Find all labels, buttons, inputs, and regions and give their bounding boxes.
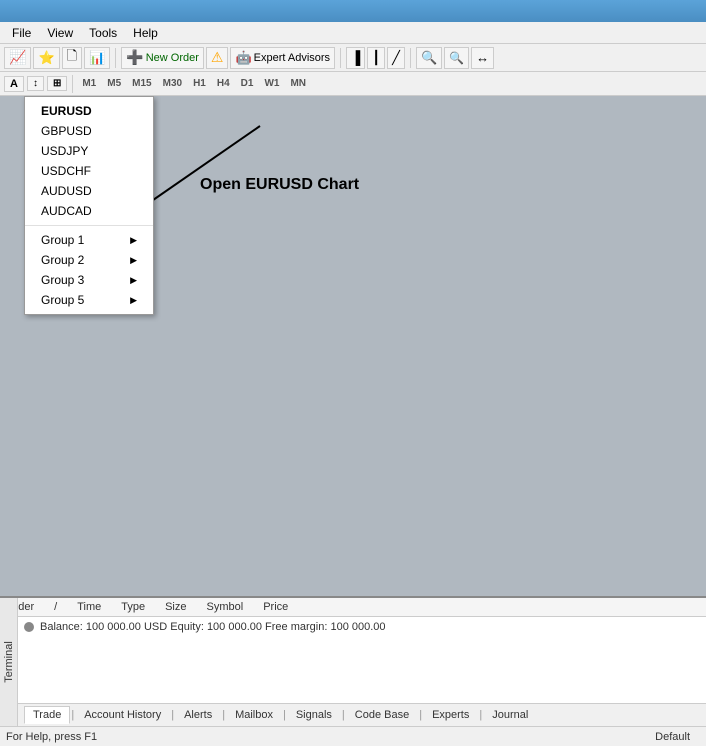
symbol-usdchf[interactable]: USDCHF: [25, 161, 153, 181]
toolbar-zoom-in[interactable]: 🔍: [416, 47, 442, 69]
new-chart-icon: 📈: [9, 49, 26, 66]
group3-item[interactable]: Group 3 ▶: [25, 270, 153, 290]
menu-file[interactable]: File: [4, 24, 39, 42]
toolbar-icon1[interactable]: 📈: [4, 47, 31, 69]
tab-codebase[interactable]: Code Base: [346, 706, 418, 724]
status-right: Default: [655, 731, 700, 743]
group2-label: Group 2: [41, 253, 84, 267]
group5-arrow: ▶: [130, 295, 137, 306]
toolbar-chart3[interactable]: ╱: [387, 47, 405, 69]
period-m1[interactable]: M1: [78, 77, 100, 90]
zoom-in-icon: 🔍: [421, 50, 437, 66]
period-m30[interactable]: M30: [159, 77, 186, 90]
period-sep: [72, 75, 73, 93]
warning-icon: ⚠: [211, 49, 224, 66]
symbol-dropdown: EURUSD GBPUSD USDJPY USDCHF AUDUSD AUDCA…: [24, 96, 154, 315]
balance-text: Balance: 100 000.00 USD Equity: 100 000.…: [40, 621, 386, 633]
period-m15[interactable]: M15: [128, 77, 155, 90]
symbol-gbpusd[interactable]: GBPUSD: [25, 121, 153, 141]
zoom-out-icon: 🔍: [449, 51, 464, 65]
main-toolbar: 📈 ⭐ 🗋 📊 ➕ New Order ⚠ 🤖 Expert Advisors …: [0, 44, 706, 72]
tab-mailbox[interactable]: Mailbox: [226, 706, 282, 724]
menu-help[interactable]: Help: [125, 24, 166, 42]
toolbar-sep3: [410, 48, 411, 68]
group3-arrow: ▶: [130, 275, 137, 286]
toolbar-warning[interactable]: ⚠: [206, 47, 229, 69]
scroll-icon: ↔: [476, 50, 489, 65]
group1-item[interactable]: Group 1 ▶: [25, 230, 153, 250]
period-w1[interactable]: W1: [260, 77, 283, 90]
dropdown-divider: [25, 225, 153, 226]
menu-view[interactable]: View: [39, 24, 81, 42]
tab-alerts[interactable]: Alerts: [175, 706, 221, 724]
col-time: Time: [77, 601, 101, 613]
col-slash: /: [54, 601, 57, 613]
profiles-icon: 🗋: [67, 47, 77, 69]
main-chart-area: EURUSD GBPUSD USDJPY USDCHF AUDUSD AUDCA…: [0, 96, 706, 596]
bottom-tabs: Trade | Account History | Alerts | Mailb…: [0, 703, 706, 726]
balance-row: Balance: 100 000.00 USD Equity: 100 000.…: [0, 617, 706, 637]
symbol-usdjpy[interactable]: USDJPY: [25, 141, 153, 161]
menu-tools[interactable]: Tools: [81, 24, 125, 42]
toolbar-scroll[interactable]: ↔: [471, 47, 494, 69]
expert-icon: 🤖: [235, 50, 251, 66]
col-price: Price: [263, 601, 288, 613]
group1-label: Group 1: [41, 233, 84, 247]
period-mn[interactable]: MN: [286, 77, 310, 90]
tab-signals[interactable]: Signals: [287, 706, 341, 724]
group5-item[interactable]: Group 5 ▶: [25, 290, 153, 310]
new-order-icon: ➕: [126, 49, 143, 66]
period-h1[interactable]: H1: [189, 77, 210, 90]
bottom-panel: Terminal Order / Time Type Size Symbol P…: [0, 596, 706, 726]
tab-experts[interactable]: Experts: [423, 706, 478, 724]
toolbar-icon3[interactable]: 🗋: [62, 47, 82, 69]
bottom-column-headers: Order / Time Type Size Symbol Price: [0, 598, 706, 617]
tab-trade[interactable]: Trade: [24, 706, 70, 724]
symbol-audusd[interactable]: AUDUSD: [25, 181, 153, 201]
annotation-text: Open EURUSD Chart: [200, 176, 359, 194]
tab-account-history[interactable]: Account History: [75, 706, 170, 724]
new-order-button[interactable]: ➕ New Order: [121, 47, 204, 69]
symbol-eurusd[interactable]: EURUSD: [25, 101, 153, 121]
expert-advisors-button[interactable]: 🤖 Expert Advisors: [230, 47, 335, 69]
symbol-audcad[interactable]: AUDCAD: [25, 201, 153, 221]
toolbar-chart2[interactable]: ┃: [367, 47, 385, 69]
toolbar2-icon2[interactable]: ↕: [27, 76, 44, 91]
status-left: For Help, press F1: [6, 731, 97, 743]
col-size: Size: [165, 601, 186, 613]
tab-journal[interactable]: Journal: [483, 706, 537, 724]
col-symbol: Symbol: [207, 601, 244, 613]
menu-bar: File View Tools Help: [0, 22, 706, 44]
toolbar-sep2: [340, 48, 341, 68]
group2-item[interactable]: Group 2 ▶: [25, 250, 153, 270]
candle-icon: ┃: [372, 50, 380, 66]
period-m5[interactable]: M5: [103, 77, 125, 90]
indicators-icon: 📊: [89, 50, 105, 66]
toolbar2-icon1[interactable]: A: [4, 76, 24, 92]
toolbar2-icon3[interactable]: ⊞: [47, 76, 67, 91]
toolbar-icon4[interactable]: 📊: [84, 47, 110, 69]
templates-icon: ⭐: [38, 50, 54, 66]
balance-icon: [24, 622, 34, 632]
bar-chart-icon: ▐: [351, 50, 360, 65]
group1-arrow: ▶: [130, 235, 137, 246]
col-type: Type: [121, 601, 145, 613]
terminal-label-text: Terminal: [3, 641, 15, 683]
status-bar: For Help, press F1 Default: [0, 726, 706, 746]
title-bar: [0, 0, 706, 22]
new-order-label: New Order: [146, 52, 199, 64]
period-h4[interactable]: H4: [213, 77, 234, 90]
terminal-sidebar: Terminal: [0, 598, 18, 726]
group5-label: Group 5: [41, 293, 84, 307]
line-chart-icon: ╱: [392, 50, 400, 66]
expert-advisors-label: Expert Advisors: [254, 52, 330, 64]
toolbar-chart1[interactable]: ▐: [346, 47, 365, 69]
period-d1[interactable]: D1: [237, 77, 258, 90]
toolbar-sep1: [115, 48, 116, 68]
group3-label: Group 3: [41, 273, 84, 287]
period-toolbar: A ↕ ⊞ M1 M5 M15 M30 H1 H4 D1 W1 MN: [0, 72, 706, 96]
group2-arrow: ▶: [130, 255, 137, 266]
toolbar-icon2[interactable]: ⭐: [33, 47, 59, 69]
toolbar-zoom-out[interactable]: 🔍: [444, 47, 469, 69]
